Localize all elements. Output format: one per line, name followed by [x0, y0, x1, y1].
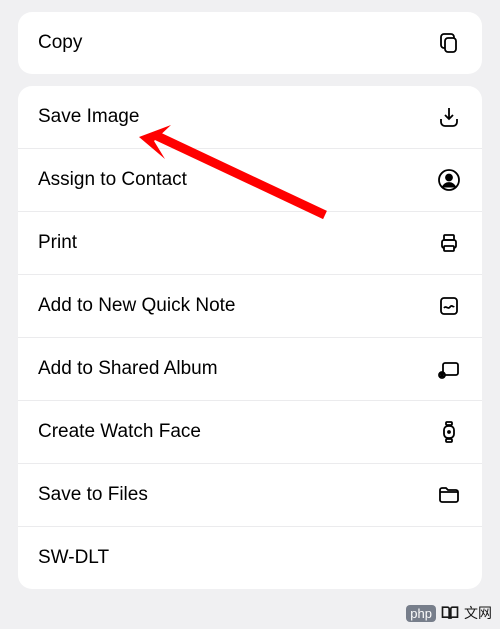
download-icon	[436, 104, 462, 130]
add-quick-note-label: Add to New Quick Note	[38, 295, 235, 317]
share-sheet: Copy Save Image Assign to Contact	[0, 12, 500, 589]
action-group-copy: Copy	[18, 12, 482, 74]
print-row[interactable]: Print	[18, 212, 482, 275]
save-image-row[interactable]: Save Image	[18, 86, 482, 149]
sw-dlt-label: SW-DLT	[38, 547, 109, 569]
save-image-label: Save Image	[38, 106, 139, 128]
assign-contact-row[interactable]: Assign to Contact	[18, 149, 482, 212]
watermark-book-icon	[440, 603, 460, 623]
watermark-php: php	[406, 605, 436, 622]
printer-icon	[436, 230, 462, 256]
action-group-main: Save Image Assign to Contact Print	[18, 86, 482, 589]
sw-dlt-row[interactable]: SW-DLT	[18, 527, 482, 589]
copy-row[interactable]: Copy	[18, 12, 482, 74]
folder-icon	[436, 482, 462, 508]
contact-icon	[436, 167, 462, 193]
create-watch-face-row[interactable]: Create Watch Face	[18, 401, 482, 464]
watch-icon	[436, 419, 462, 445]
copy-icon	[436, 30, 462, 56]
add-shared-album-row[interactable]: Add to Shared Album	[18, 338, 482, 401]
quick-note-icon	[436, 293, 462, 319]
save-to-files-row[interactable]: Save to Files	[18, 464, 482, 527]
shortcut-icon	[436, 545, 462, 571]
create-watch-face-label: Create Watch Face	[38, 421, 201, 443]
assign-contact-label: Assign to Contact	[38, 169, 187, 191]
watermark-text: 文网	[464, 603, 492, 623]
add-shared-album-label: Add to Shared Album	[38, 358, 218, 380]
shared-album-icon	[436, 356, 462, 382]
print-label: Print	[38, 232, 77, 254]
watermark: php 文网	[406, 603, 492, 623]
save-to-files-label: Save to Files	[38, 484, 148, 506]
copy-label: Copy	[38, 32, 82, 54]
add-quick-note-row[interactable]: Add to New Quick Note	[18, 275, 482, 338]
